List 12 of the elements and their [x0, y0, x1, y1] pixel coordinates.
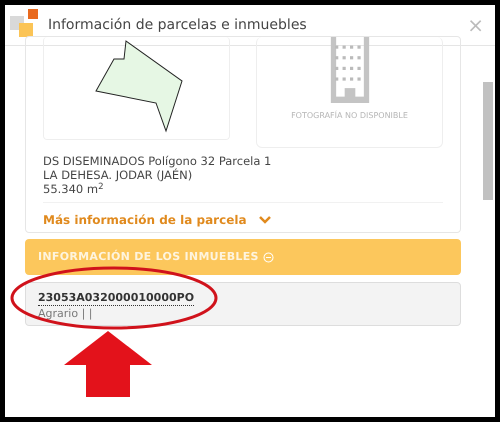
address-line: LA DEHESA. JODAR (JAÉN): [43, 168, 192, 182]
address-line: 55.340 m$^{2}$: [43, 182, 104, 196]
properties-header[interactable]: INFORMACIÓN DE LOS INMUEBLES: [25, 239, 461, 275]
address-line: DS DISEMINADOS Polígono 32 Parcela 1: [43, 154, 272, 168]
close-button[interactable]: ×: [467, 15, 484, 35]
collapse-icon[interactable]: [262, 252, 274, 262]
photo-unavailable-caption: FOTOGRAFÍA NO DISPONIBLE: [291, 110, 408, 122]
window-title: Información de parcelas e inmuebles: [48, 16, 307, 34]
property-usage: Agrario | |: [38, 306, 92, 321]
properties-header-title: INFORMACIÓN DE LOS INMUEBLES: [38, 248, 259, 265]
more-parcel-info-link[interactable]: Más información de la parcela: [43, 211, 271, 229]
cadastral-reference-link[interactable]: 23053A032000010000PO: [38, 290, 194, 306]
